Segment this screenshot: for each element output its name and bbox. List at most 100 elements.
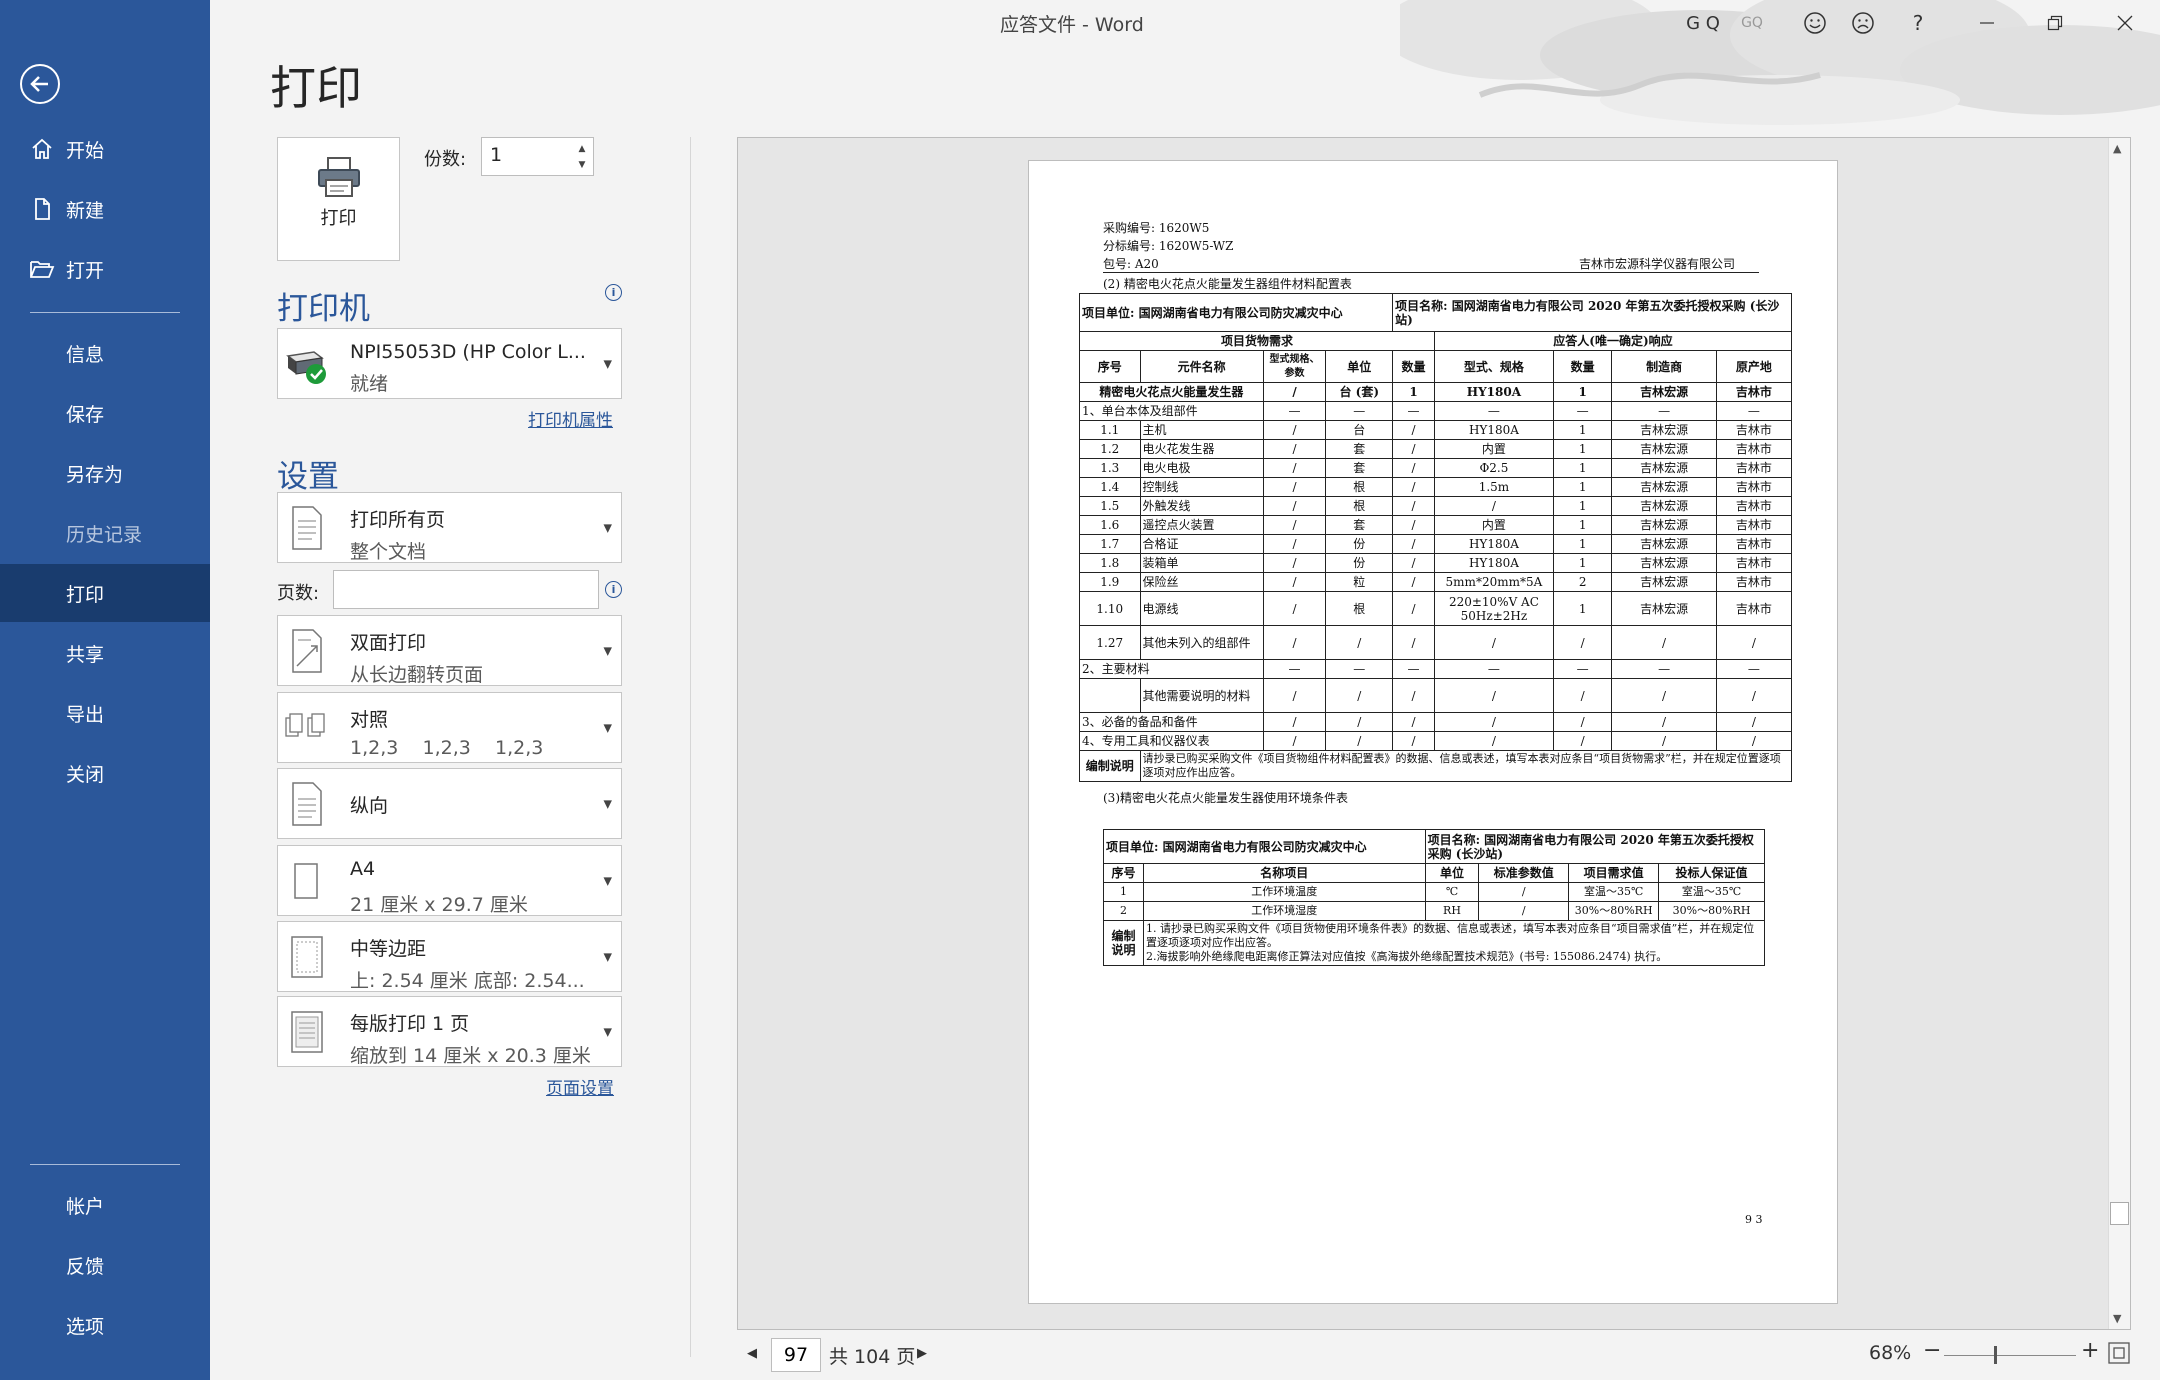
frown-icon (1852, 12, 1874, 34)
fit-page-button[interactable] (2107, 1341, 2131, 1370)
table-cell: 30%～80%RH (1658, 901, 1765, 921)
back-button[interactable] (20, 64, 60, 104)
copies-input[interactable] (490, 144, 560, 166)
minimize-button[interactable] (1964, 4, 2010, 42)
chevron-down-icon: ▼ (603, 1025, 612, 1038)
nav-item-close[interactable]: 关闭 (0, 744, 210, 802)
nav-item-feedback[interactable]: 反馈 (0, 1236, 210, 1294)
orientation-select[interactable]: 纵向 ▼ (277, 768, 622, 839)
preview-scrollbar[interactable]: ▲ ▼ (2108, 138, 2130, 1329)
table-cell: 1 (1392, 382, 1435, 402)
scroll-down-arrow-icon[interactable]: ▼ (2113, 1312, 2121, 1325)
table-cell: / (1715, 678, 1793, 713)
nav-item-export[interactable]: 导出 (0, 684, 210, 742)
page-setup-link[interactable]: 页面设置 (546, 1074, 614, 1099)
page-title: 打印 (270, 61, 362, 115)
table-cell: 1.7 (1079, 534, 1141, 554)
table-cell: 30%～80%RH (1568, 901, 1660, 921)
nav-item-history[interactable]: 历史记录 (0, 504, 210, 562)
printer-status: 就绪 (350, 373, 389, 395)
nav-item-info[interactable]: 信息 (0, 324, 210, 382)
doc-company: 吉林市宏源科学仪器有限公司 (1579, 257, 1736, 271)
prev-page-arrow-icon[interactable]: ◀ (747, 1346, 757, 1361)
pages-label: 页数: (277, 583, 320, 604)
table-cell: 电火电极 (1139, 458, 1264, 478)
zoom-out-icon[interactable]: − (1923, 1338, 1941, 1363)
user-badge[interactable]: GQ (1733, 4, 1771, 42)
next-page-arrow-icon[interactable]: ▶ (917, 1346, 927, 1361)
nav-item-home[interactable]: 开始 (0, 120, 210, 178)
table-cell: / (1325, 731, 1394, 751)
nav-item-open[interactable]: 打开 (0, 240, 210, 298)
current-page-input[interactable] (771, 1338, 821, 1372)
table-cell: — (1392, 401, 1435, 421)
note-line: 2.海拔影响外绝缘爬电距离修正算法对应值按《高海拔外绝缘配置技术规范》(书号: … (1145, 950, 1668, 963)
print-button[interactable]: 打印 (277, 137, 400, 261)
table-cell: 电火花发生器 (1139, 439, 1264, 459)
print-range-select[interactable]: 打印所有页 整个文档 ▼ (277, 492, 622, 563)
table-cell: / (1262, 553, 1327, 573)
zoom-slider[interactable] (1944, 1355, 2076, 1356)
collation-select[interactable]: 对照 1,2,3 1,2,3 1,2,3 ▼ (277, 692, 622, 763)
nav-item-print[interactable]: 打印 (0, 564, 210, 622)
nav-item-save[interactable]: 保存 (0, 384, 210, 442)
nav-item-save-as[interactable]: 另存为 (0, 444, 210, 502)
copies-stepper[interactable]: ▲ ▼ (481, 137, 594, 176)
chevron-down-icon: ▼ (603, 950, 612, 963)
zoom-in-icon[interactable]: + (2081, 1338, 2099, 1363)
close-window-button[interactable] (2102, 4, 2148, 42)
restore-button[interactable] (2032, 4, 2078, 42)
table-cell: 220±10%V AC 50Hz±2Hz (1433, 591, 1554, 626)
setting-title: 对照 (350, 709, 389, 731)
margins-select[interactable]: 中等边距 上: 2.54 厘米 底部: 2.54... ▼ (277, 921, 622, 992)
copies-up-arrow-icon[interactable]: ▲ (575, 141, 589, 157)
user-initials[interactable]: G Q (1680, 4, 1726, 42)
table-cell: — (1433, 659, 1554, 679)
nav-item-options[interactable]: 选项 (0, 1296, 210, 1354)
nav-item-label: 反馈 (66, 1255, 105, 1278)
pages-input[interactable] (333, 570, 599, 609)
header-cell: 序号 (1079, 350, 1141, 383)
info-icon[interactable]: i (605, 581, 622, 598)
table-cell: / (1715, 625, 1793, 660)
zoom-slider-thumb[interactable] (1994, 1346, 1997, 1364)
scroll-up-arrow-icon[interactable]: ▲ (2113, 142, 2121, 155)
pages-per-sheet-select[interactable]: 每版打印 1 页 缩放到 14 厘米 x 20.3 厘米 ▼ (277, 996, 622, 1067)
setting-title: 每版打印 1 页 (350, 1013, 470, 1035)
printer-select[interactable]: NPI55053D (HP Color L... 就绪 ▼ (277, 328, 622, 399)
table-cell: / (1392, 553, 1435, 573)
info-icon[interactable]: i (605, 284, 622, 301)
new-document-icon (28, 195, 56, 223)
environment-table-body: 1 工作环境温度 ℃ / 室温～35℃ 室温～35℃ 2 工作环境湿度 RH/30%～80%RH… (1103, 882, 1765, 921)
table-cell: HY180A (1433, 382, 1554, 402)
chevron-down-icon: ▼ (603, 644, 612, 657)
table-cell: 吉林宏源 (1611, 439, 1717, 459)
help-button[interactable]: ? (1898, 4, 1938, 42)
chevron-down-icon: ▼ (603, 721, 612, 734)
smile-feedback-button[interactable] (1795, 4, 1835, 42)
scroll-thumb[interactable] (2110, 1202, 2129, 1225)
table-cell: / (1478, 901, 1570, 921)
paper-size-select[interactable]: A4 21 厘米 x 29.7 厘米 ▼ (277, 845, 622, 916)
print-preview[interactable]: 采购编号: 1620W5 分标编号: 1620W5-WZ 包号: A20 吉林市… (737, 137, 2131, 1330)
frown-feedback-button[interactable] (1843, 4, 1883, 42)
fit-page-icon (2108, 1342, 2130, 1364)
table-row: 1.4 控制线 / 根/1.5m 1 吉林宏源 吉林市 (1079, 477, 1793, 497)
table-cell: / (1262, 731, 1327, 751)
smile-icon (1804, 12, 1826, 34)
header-cell: 项目货物需求 (1079, 331, 1435, 351)
nav-item-share[interactable]: 共享 (0, 624, 210, 682)
table-cell: RH (1424, 901, 1480, 921)
duplex-select[interactable]: 双面打印 从长边翻转页面 ▼ (277, 615, 622, 686)
nav-item-new[interactable]: 新建 (0, 180, 210, 238)
back-arrow-icon (30, 76, 48, 92)
nav-item-account[interactable]: 帐户 (0, 1176, 210, 1234)
printer-icon (318, 157, 360, 197)
printer-name: NPI55053D (HP Color L... (350, 341, 586, 363)
table-cell: 室温～35℃ (1658, 882, 1765, 902)
copies-down-arrow-icon[interactable]: ▼ (575, 157, 589, 173)
nav-item-label: 另存为 (66, 463, 124, 486)
printer-properties-link[interactable]: 打印机属性 (528, 406, 613, 431)
header-cell: 原产地 (1715, 350, 1793, 383)
table-cell: 3、必备的备品和备件 (1079, 712, 1264, 732)
